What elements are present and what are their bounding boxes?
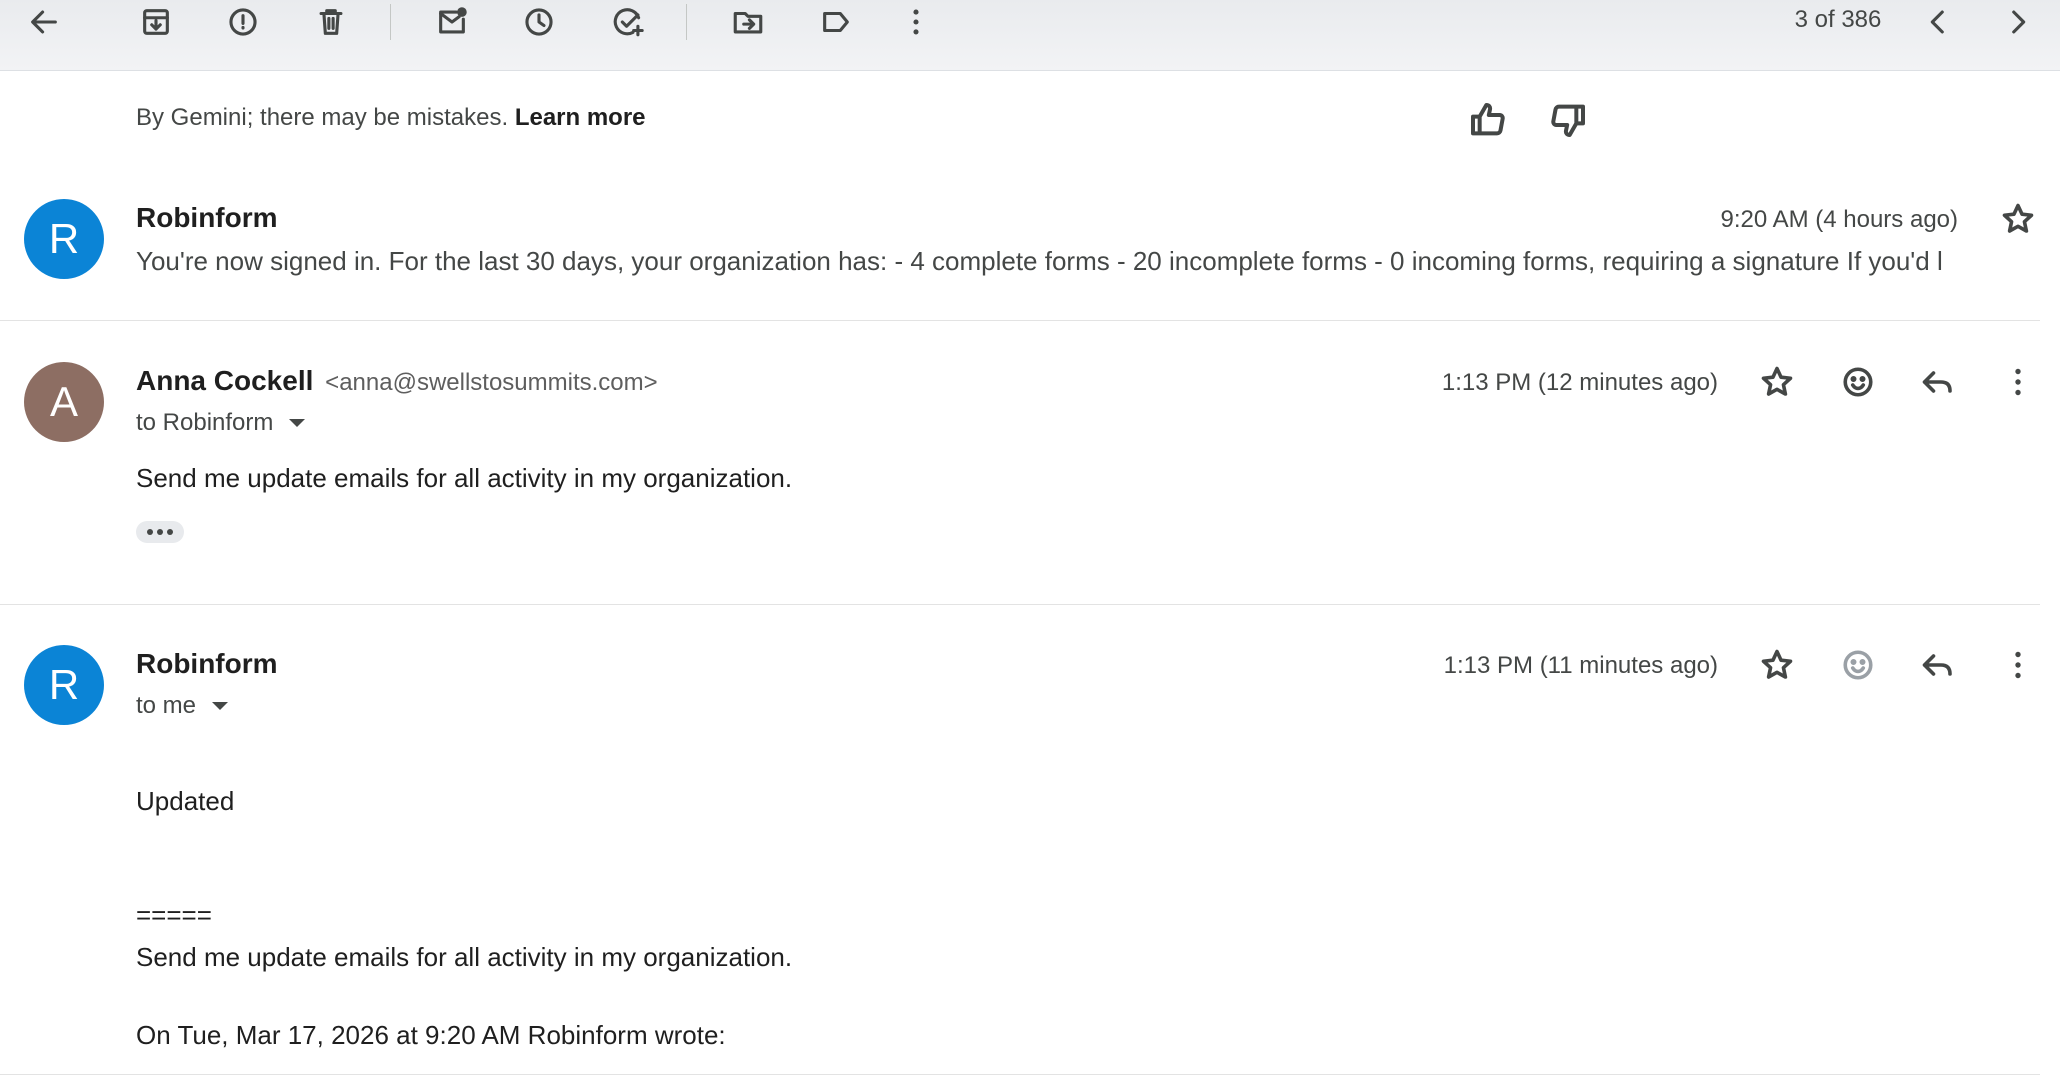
sender-name: Anna Cockell <anna@swellstosummits.com> bbox=[136, 365, 658, 397]
move-to-icon[interactable] bbox=[720, 0, 776, 44]
gemini-note-text: By Gemini; there may be mistakes. bbox=[136, 104, 509, 131]
delete-icon[interactable] bbox=[303, 0, 359, 44]
more-vert-icon[interactable] bbox=[1993, 357, 2043, 407]
toolbar: 3 of 386 bbox=[0, 0, 2060, 71]
recipient-text: to me bbox=[136, 692, 197, 719]
chevron-down-icon bbox=[289, 419, 306, 427]
thumbs-up-icon[interactable] bbox=[1464, 96, 1512, 144]
recipients-dropdown[interactable]: to Robinform bbox=[136, 409, 306, 437]
message-body-line: ===== bbox=[136, 900, 212, 930]
recipients-dropdown[interactable]: to me bbox=[136, 692, 229, 720]
report-spam-icon[interactable] bbox=[215, 0, 271, 44]
star-icon[interactable] bbox=[1752, 640, 1802, 690]
emoji-reaction-icon[interactable] bbox=[1833, 640, 1883, 690]
sender-name: Robinform bbox=[136, 648, 278, 679]
show-trimmed-content-button[interactable] bbox=[136, 521, 184, 543]
sender-name-text: Anna Cockell bbox=[136, 365, 314, 396]
quote-attribution: On Tue, Mar 17, 2026 at 9:20 AM Robinfor… bbox=[136, 1020, 726, 1050]
pager-count: 3 of 386 bbox=[1794, 6, 1882, 33]
message-body: Send me update emails for all activity i… bbox=[136, 463, 793, 493]
mark-unread-icon[interactable] bbox=[424, 0, 480, 44]
snooze-icon[interactable] bbox=[511, 0, 567, 44]
message-body-line: Updated bbox=[136, 786, 235, 816]
archive-icon[interactable] bbox=[128, 0, 184, 44]
avatar: R bbox=[24, 199, 104, 279]
message-snippet[interactable]: You're now signed in. For the last 30 da… bbox=[136, 246, 1946, 277]
star-icon[interactable] bbox=[1993, 194, 2043, 244]
gemini-disclaimer: By Gemini; there may be mistakes. Learn … bbox=[136, 104, 646, 132]
label-icon[interactable] bbox=[808, 0, 864, 44]
divider bbox=[0, 1074, 2040, 1075]
divider bbox=[0, 604, 2040, 605]
recipient-text: to Robinform bbox=[136, 409, 274, 436]
newer-chevron-icon[interactable] bbox=[1910, 0, 1966, 44]
older-chevron-icon[interactable] bbox=[1990, 0, 2046, 44]
add-task-icon[interactable] bbox=[600, 0, 656, 44]
more-vert-icon[interactable] bbox=[888, 0, 944, 44]
divider bbox=[0, 320, 2040, 321]
avatar: R bbox=[24, 645, 104, 725]
chevron-down-icon bbox=[212, 702, 229, 710]
thumbs-down-icon[interactable] bbox=[1544, 96, 1592, 144]
sender-email: <anna@swellstosummits.com> bbox=[325, 369, 658, 396]
star-icon[interactable] bbox=[1752, 357, 1802, 407]
sender-name: Robinform bbox=[136, 202, 278, 233]
message-time: 1:13 PM (12 minutes ago) bbox=[1441, 369, 1718, 396]
message-time: 9:20 AM (4 hours ago) bbox=[1720, 206, 1958, 233]
learn-more-link[interactable]: Learn more bbox=[515, 104, 646, 131]
reply-icon[interactable] bbox=[1913, 640, 1963, 690]
avatar: A bbox=[24, 362, 104, 442]
reply-icon[interactable] bbox=[1913, 357, 1963, 407]
message-body-line: Send me update emails for all activity i… bbox=[136, 942, 793, 972]
back-arrow-icon[interactable] bbox=[16, 0, 72, 44]
emoji-reaction-icon[interactable] bbox=[1833, 357, 1883, 407]
more-vert-icon[interactable] bbox=[1993, 640, 2043, 690]
message-time: 1:13 PM (11 minutes ago) bbox=[1443, 652, 1718, 679]
